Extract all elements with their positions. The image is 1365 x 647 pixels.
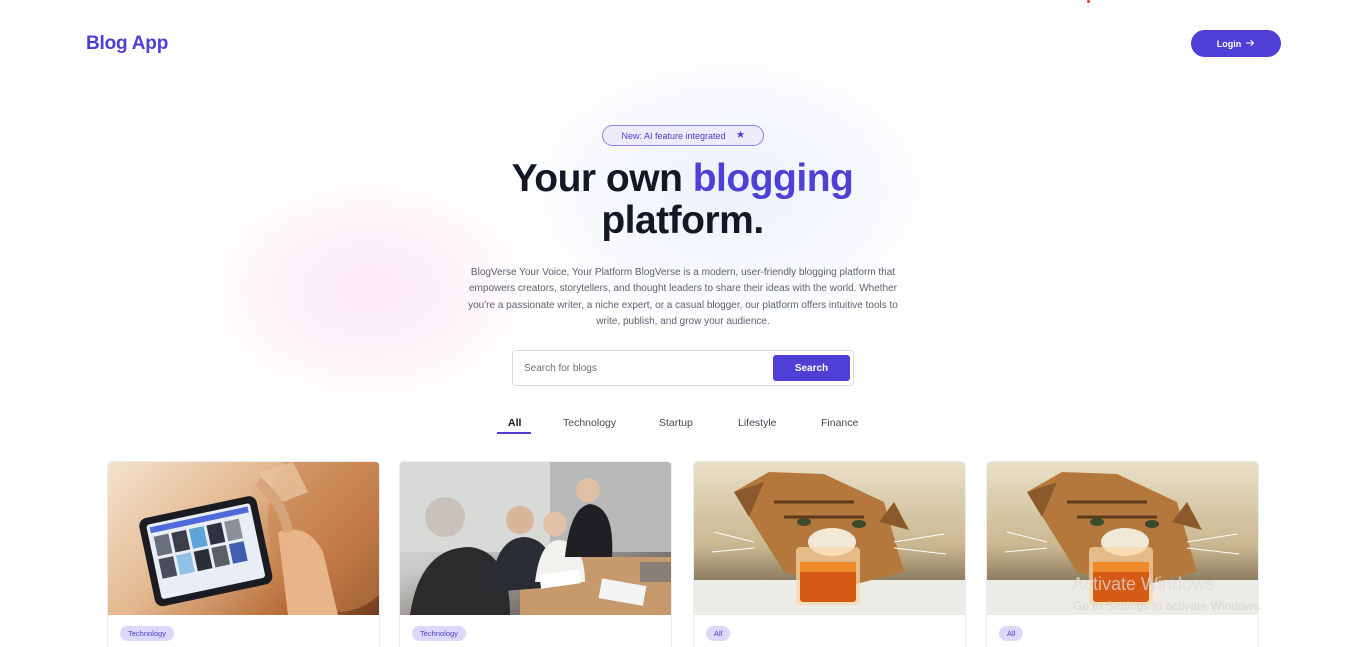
windows-activation-title: Activate Windows: [1072, 574, 1215, 594]
blog-card[interactable]: Technology: [107, 461, 380, 647]
search-bar: Search: [512, 350, 854, 386]
active-tab-underline: [497, 432, 531, 434]
blog-card[interactable]: Technology: [399, 461, 672, 647]
blog-card[interactable]: All: [986, 461, 1259, 647]
arrow-right-icon: [1246, 39, 1255, 49]
tab-all[interactable]: All: [508, 417, 521, 429]
hero-title-accent: blogging: [692, 157, 854, 200]
windows-activation-subtitle: Go to Settings to activate Windows.: [1073, 599, 1263, 613]
hero-title-part2: platform.: [601, 199, 764, 242]
tab-startup[interactable]: Startup: [659, 417, 693, 429]
hero-description: BlogVerse Your Voice, Your Platform Blog…: [468, 267, 898, 327]
login-label: Login: [1216, 38, 1242, 49]
card-tag: All: [706, 626, 731, 641]
search-button[interactable]: Search: [773, 355, 850, 381]
category-tabs: All Technology Startup Lifestyle Finance: [0, 417, 1365, 437]
card-image-cat: [694, 462, 965, 615]
badge-text: New: AI feature integrated: [621, 130, 726, 141]
card-image-meeting: [400, 462, 671, 615]
tab-technology[interactable]: Technology: [563, 417, 616, 429]
sparkle-icon: [736, 130, 745, 141]
cursor-dot: [1087, 0, 1090, 3]
app-logo[interactable]: Blog App: [86, 33, 168, 55]
feature-badge[interactable]: New: AI feature integrated: [602, 125, 764, 146]
hero-title: Your own blogging platform.: [380, 158, 985, 242]
tab-finance[interactable]: Finance: [821, 417, 858, 429]
search-input[interactable]: [524, 362, 764, 374]
card-tag: All: [999, 626, 1024, 641]
card-tag: Technology: [120, 626, 174, 641]
blog-card[interactable]: All: [693, 461, 966, 647]
card-tag: Technology: [412, 626, 466, 641]
hero-title-part1: Your own: [511, 157, 693, 200]
card-image-tablet: [108, 462, 379, 615]
tab-lifestyle[interactable]: Lifestyle: [738, 417, 777, 429]
login-button[interactable]: Login: [1191, 30, 1281, 57]
